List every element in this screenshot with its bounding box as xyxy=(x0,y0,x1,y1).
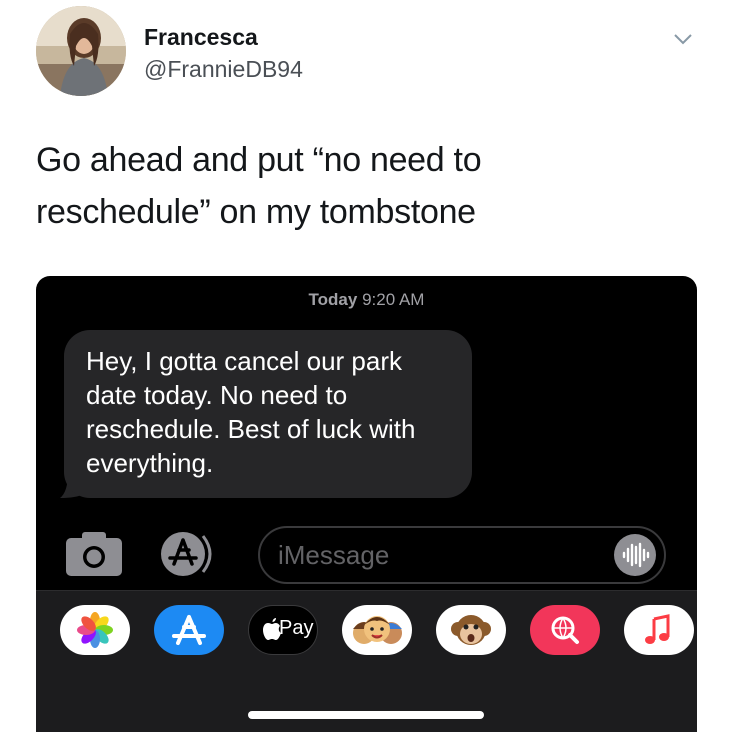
tweet-text-line: reschedule” on my tombstone xyxy=(36,193,476,231)
message-timestamp: Today 9:20 AM xyxy=(36,290,697,310)
apple-pay-icon[interactable]: Pay xyxy=(248,605,318,655)
incoming-message-bubble[interactable]: Hey, I gotta cancel our park date today.… xyxy=(64,330,472,498)
message-line: Hey, I gotta cancel our park xyxy=(86,346,403,376)
imessage-input[interactable]: iMessage xyxy=(258,526,666,584)
user-handle[interactable]: @FrannieDB94 xyxy=(144,56,303,83)
home-indicator[interactable] xyxy=(248,711,484,719)
web-images-search-icon[interactable] xyxy=(530,605,600,655)
display-name[interactable]: Francesca xyxy=(144,24,258,51)
imessage-placeholder: iMessage xyxy=(278,540,390,570)
app-drawer: Pay xyxy=(36,590,697,732)
message-line: everything. xyxy=(86,448,214,478)
app-store-icon[interactable] xyxy=(154,605,224,655)
animoji-monkey-icon[interactable] xyxy=(436,605,506,655)
chevron-down-icon[interactable] xyxy=(672,28,694,50)
tweet-text-line: Go ahead and put “no need to xyxy=(36,141,482,179)
audio-message-button[interactable] xyxy=(614,534,656,576)
message-input-row: iMessage xyxy=(36,522,697,592)
music-icon[interactable] xyxy=(624,605,694,655)
tweet-header: Francesca @FrannieDB94 xyxy=(36,6,696,96)
memoji-icon[interactable] xyxy=(342,605,412,655)
app-store-icon[interactable] xyxy=(159,530,219,578)
apple-pay-label: Pay xyxy=(279,617,314,639)
avatar[interactable] xyxy=(36,6,126,96)
timestamp-day: Today xyxy=(308,290,358,309)
message-line: date today. No need to xyxy=(86,380,348,410)
imessage-screenshot: Today 9:20 AM Hey, I gotta cancel our pa… xyxy=(36,276,697,732)
message-line: reschedule. Best of luck with xyxy=(86,414,416,444)
tweet-text: Go ahead and put “no need to reschedule”… xyxy=(36,134,686,238)
waveform-icon xyxy=(622,542,650,568)
photos-icon[interactable] xyxy=(60,605,130,655)
timestamp-time: 9:20 AM xyxy=(362,290,425,309)
camera-icon[interactable] xyxy=(66,532,122,576)
